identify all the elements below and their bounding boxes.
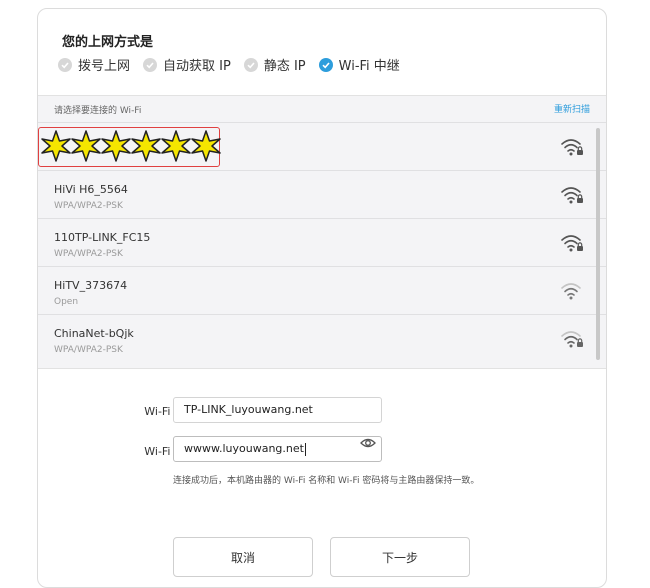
mode-option-wifi-repeater[interactable]: Wi-Fi 中继 (318, 55, 400, 74)
cancel-button[interactable]: 取消 (173, 537, 313, 577)
setup-card: 您的上网方式是 拨号上网 自动获取 IP 静态 IP Wi-Fi 中继 请选择要… (37, 8, 607, 588)
wifi-network-row[interactable]: ChinaNet-bQjk WPA/WPA2-PSK (38, 314, 606, 362)
radio-unchecked-icon[interactable] (243, 57, 258, 72)
wifi-security: WPA/WPA2-PSK (54, 345, 123, 355)
masked-ssid-box (38, 126, 221, 167)
mode-option-label: 自动获取 IP (163, 59, 231, 74)
wifi-ssid: HiTV_373674 (54, 279, 128, 292)
wifi-locked-icon (561, 139, 583, 156)
wifi-network-row[interactable]: 110TP-LINK_FC15 WPA/WPA2-PSK (38, 218, 606, 266)
mode-option-static-ip[interactable]: 静态 IP (243, 55, 306, 74)
mode-option-pppoe[interactable]: 拨号上网 (58, 55, 130, 74)
wifi-list-header: 请选择要连接的 Wi-Fi (54, 106, 142, 116)
show-password-eye-icon[interactable] (360, 437, 376, 449)
rescan-link[interactable]: 重新扫描 (554, 102, 590, 115)
wifi-security: Open (54, 297, 79, 307)
wifi-network-row[interactable] (38, 122, 606, 170)
connection-mode-options: 拨号上网 自动获取 IP 静态 IP Wi-Fi 中继 (58, 55, 413, 74)
radio-unchecked-icon[interactable] (143, 57, 158, 72)
wifi-locked-icon (561, 331, 583, 348)
wifi-network-list[interactable]: HiVi H6_5564 WPA/WPA2-PSK 110TP-LINK_FC1… (38, 122, 606, 368)
wifi-ssid: ChinaNet-bQjk (54, 327, 134, 340)
mode-option-label: 静态 IP (263, 59, 306, 74)
wifi-security: WPA/WPA2-PSK (54, 201, 123, 211)
wifi-list-panel: 请选择要连接的 Wi-Fi 重新扫描 HiVi H6_5564 WPA/WPA2… (38, 95, 606, 369)
next-step-button[interactable]: 下一步 (330, 537, 470, 577)
wifi-name-field[interactable]: TP-LINK_luyouwang.net (173, 397, 382, 423)
text-cursor (304, 442, 306, 456)
wifi-locked-icon (561, 235, 583, 252)
mode-option-dhcp[interactable]: 自动获取 IP (143, 55, 231, 74)
wifi-locked-icon (561, 187, 583, 204)
sync-hint-text: 连接成功后，本机路由器的 Wi-Fi 名称和 Wi-Fi 密码将与主路由器保持一… (173, 476, 480, 486)
wifi-ssid: HiVi H6_5564 (54, 183, 128, 196)
radio-unchecked-icon[interactable] (58, 57, 72, 72)
wifi-open-icon (561, 283, 581, 300)
wifi-security: WPA/WPA2-PSK (54, 249, 123, 259)
connection-mode-title: 您的上网方式是 (62, 35, 154, 50)
wifi-list-scrollbar[interactable] (596, 128, 600, 360)
wifi-ssid: 110TP-LINK_FC15 (54, 231, 151, 244)
wifi-network-row[interactable]: HiTV_373674 Open (38, 266, 606, 314)
wifi-password-value: wwww.luyouwang.net (184, 442, 304, 455)
radio-checked-icon[interactable] (318, 57, 333, 72)
mode-option-label: 拨号上网 (78, 59, 131, 74)
redaction-stars-icon (41, 130, 221, 162)
wifi-network-row[interactable]: HiVi H6_5564 WPA/WPA2-PSK (38, 170, 606, 218)
mode-option-label: Wi-Fi 中继 (338, 59, 400, 74)
wifi-password-field[interactable]: wwww.luyouwang.net (173, 436, 382, 462)
masked-ssid (41, 126, 221, 166)
